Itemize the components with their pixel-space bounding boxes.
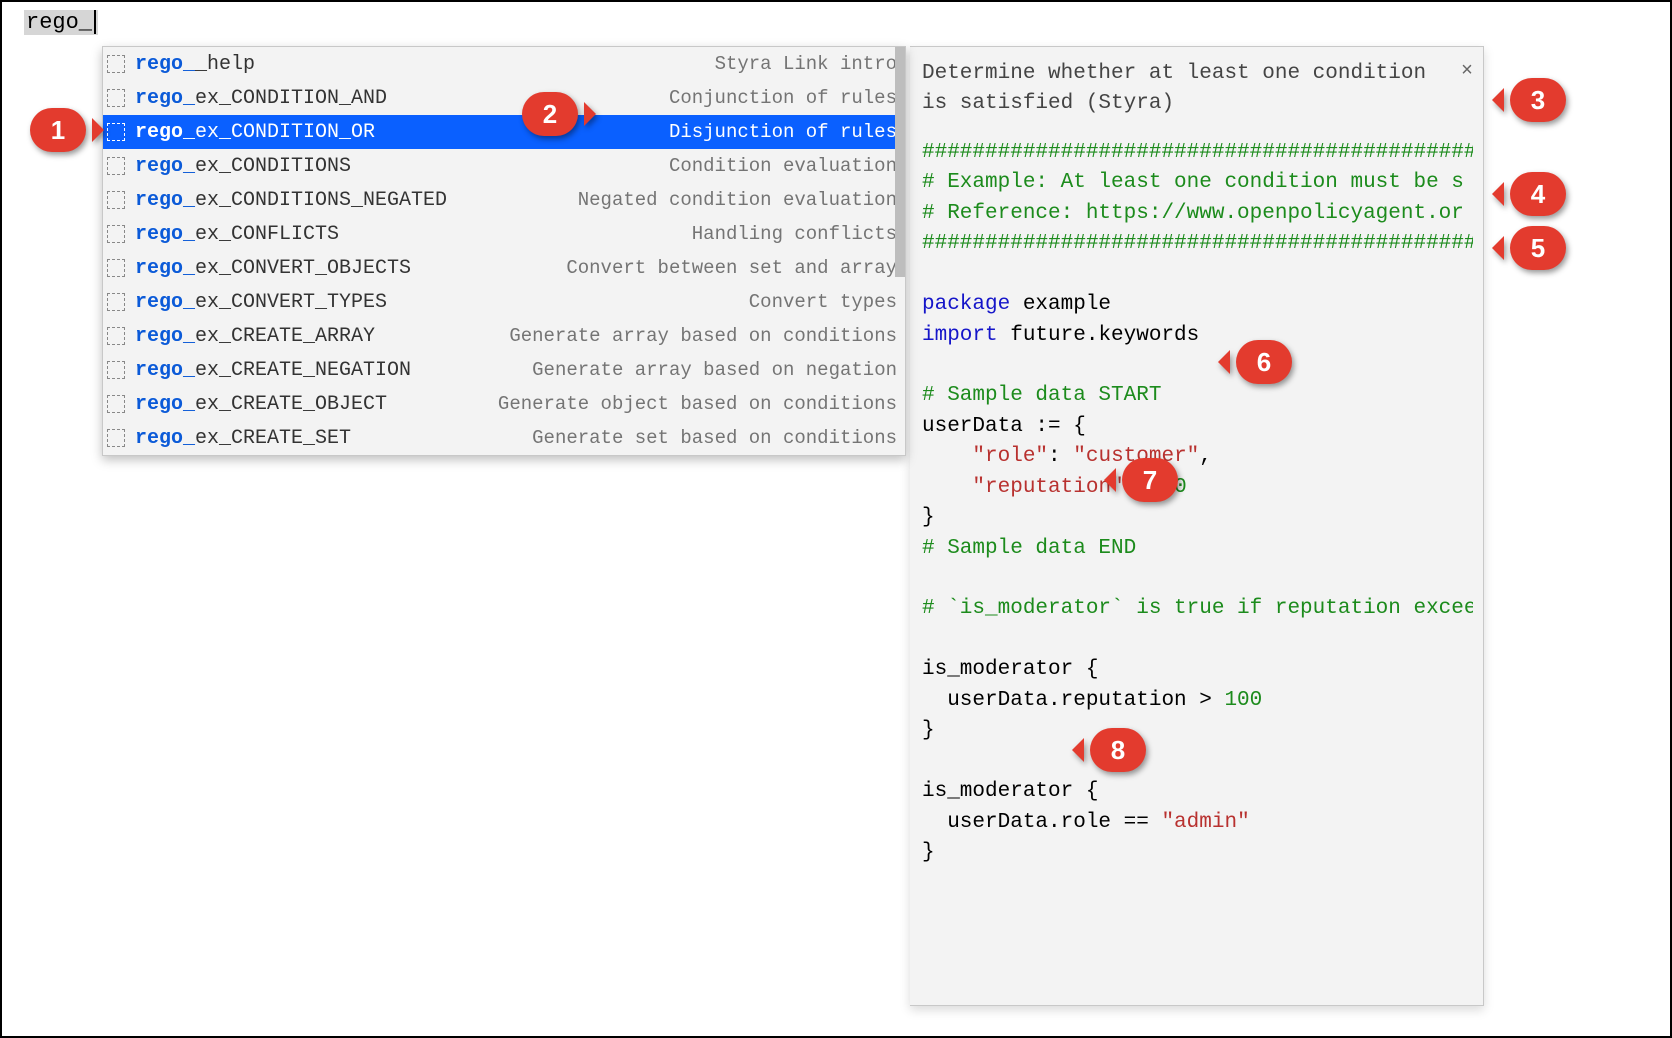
code-line (922, 260, 1473, 290)
suggest-item-desc: Negated condition evaluation (447, 189, 897, 211)
code-line: userData := { (922, 412, 1473, 442)
suggest-item-desc: Convert types (387, 291, 897, 313)
annotation-callout-2: 2 (522, 92, 578, 136)
suggest-item-desc: Conjunction of rules (387, 87, 897, 109)
snippet-icon (107, 429, 125, 447)
snippet-icon (107, 259, 125, 277)
suggest-item-label: rego_ex_CONFLICTS (135, 223, 339, 246)
code-line: } (922, 838, 1473, 868)
snippet-icon (107, 225, 125, 243)
autocomplete-suggest-panel[interactable]: rego__helpStyra Link introrego_ex_CONDIT… (102, 46, 906, 456)
code-line: # Reference: https://www.openpolicyagent… (922, 199, 1473, 229)
annotation-callout-1: 1 (30, 108, 86, 152)
suggest-item-label: rego_ex_CONDITIONS (135, 155, 351, 178)
suggest-item-desc: Condition evaluation (351, 155, 897, 177)
suggest-scrollbar[interactable] (895, 47, 905, 277)
code-line: import future.keywords (922, 321, 1473, 351)
suggest-item[interactable]: rego_ex_CREATE_ARRAYGenerate array based… (103, 319, 905, 353)
code-line (922, 351, 1473, 381)
code-line (922, 625, 1473, 655)
code-line: "reputation": 100 (922, 473, 1473, 503)
suggest-item-label: rego_ex_CONDITION_AND (135, 87, 387, 110)
editor-typed-text[interactable]: rego_ (24, 10, 98, 35)
code-line: # Sample data START (922, 381, 1473, 411)
code-line: # Sample data END (922, 534, 1473, 564)
annotation-callout-6: 6 (1236, 340, 1292, 384)
close-icon[interactable]: × (1461, 57, 1473, 86)
suggest-item-desc: Generate object based on conditions (387, 393, 897, 415)
suggest-item-label: rego_ex_CREATE_NEGATION (135, 359, 411, 382)
suggest-item-desc: Disjunction of rules (375, 121, 897, 143)
snippet-icon (107, 327, 125, 345)
suggest-item-label: rego_ex_CREATE_SET (135, 427, 351, 450)
code-line: package example (922, 290, 1473, 320)
suggest-item-label: rego_ex_CREATE_ARRAY (135, 325, 375, 348)
suggest-item-label: rego_ex_CONVERT_OBJECTS (135, 257, 411, 280)
code-line: # `is_moderator` is true if reputation e… (922, 594, 1473, 624)
suggest-item[interactable]: rego_ex_CREATE_NEGATIONGenerate array ba… (103, 353, 905, 387)
code-line (922, 564, 1473, 594)
doc-code-block: ########################################… (922, 138, 1473, 869)
suggest-item-desc: Generate array based on negation (411, 359, 897, 381)
annotation-callout-4: 4 (1510, 172, 1566, 216)
annotation-callout-5: 5 (1510, 226, 1566, 270)
suggest-item-label: rego__help (135, 53, 255, 76)
typed-prefix-text: rego_ (26, 10, 92, 35)
suggest-item-label: rego_ex_CONDITIONS_NEGATED (135, 189, 447, 212)
code-line: ########################################… (922, 229, 1473, 259)
suggest-item[interactable]: rego_ex_CONDITION_ORDisjunction of rules (103, 115, 905, 149)
suggest-item-desc: Convert between set and array (411, 257, 897, 279)
code-line: } (922, 716, 1473, 746)
suggest-item-desc: Styra Link intro (255, 53, 897, 75)
code-line: is_moderator { (922, 777, 1473, 807)
annotation-callout-3: 3 (1510, 78, 1566, 122)
doc-side-panel: × Determine whether at least one conditi… (910, 46, 1484, 1006)
code-line: is_moderator { (922, 655, 1473, 685)
suggest-item[interactable]: rego_ex_CONFLICTSHandling conflicts (103, 217, 905, 251)
annotation-callout-7: 7 (1122, 458, 1178, 502)
snippet-icon (107, 361, 125, 379)
suggest-item[interactable]: rego_ex_CREATE_OBJECTGenerate object bas… (103, 387, 905, 421)
suggest-item[interactable]: rego_ex_CONVERT_OBJECTSConvert between s… (103, 251, 905, 285)
text-cursor (94, 10, 96, 34)
suggest-item-desc: Generate array based on conditions (375, 325, 897, 347)
snippet-icon (107, 89, 125, 107)
code-line: userData.reputation > 100 (922, 686, 1473, 716)
code-line: } (922, 503, 1473, 533)
suggest-item-desc: Handling conflicts (339, 223, 897, 245)
code-line: userData.role == "admin" (922, 808, 1473, 838)
code-line: "role": "customer", (922, 442, 1473, 472)
snippet-icon (107, 55, 125, 73)
suggest-item[interactable]: rego_ex_CREATE_SETGenerate set based on … (103, 421, 905, 455)
snippet-icon (107, 395, 125, 413)
suggest-item-label: rego_ex_CONDITION_OR (135, 121, 375, 144)
snippet-icon (107, 191, 125, 209)
snippet-icon (107, 157, 125, 175)
suggest-item[interactable]: rego_ex_CONDITIONS_NEGATEDNegated condit… (103, 183, 905, 217)
code-line: ########################################… (922, 138, 1473, 168)
suggest-item[interactable]: rego__helpStyra Link intro (103, 47, 905, 81)
doc-title: Determine whether at least one condition… (922, 59, 1473, 120)
suggest-item[interactable]: rego_ex_CONVERT_TYPESConvert types (103, 285, 905, 319)
snippet-icon (107, 293, 125, 311)
suggest-item-desc: Generate set based on conditions (351, 427, 897, 449)
annotation-callout-8: 8 (1090, 728, 1146, 772)
editor-frame: rego_ rego__helpStyra Link introrego_ex_… (0, 0, 1672, 1038)
snippet-icon (107, 123, 125, 141)
suggest-item-label: rego_ex_CONVERT_TYPES (135, 291, 387, 314)
suggest-item[interactable]: rego_ex_CONDITION_ANDConjunction of rule… (103, 81, 905, 115)
code-line (922, 747, 1473, 777)
code-line: # Example: At least one condition must b… (922, 168, 1473, 198)
suggest-item-label: rego_ex_CREATE_OBJECT (135, 393, 387, 416)
suggest-item[interactable]: rego_ex_CONDITIONSCondition evaluation (103, 149, 905, 183)
